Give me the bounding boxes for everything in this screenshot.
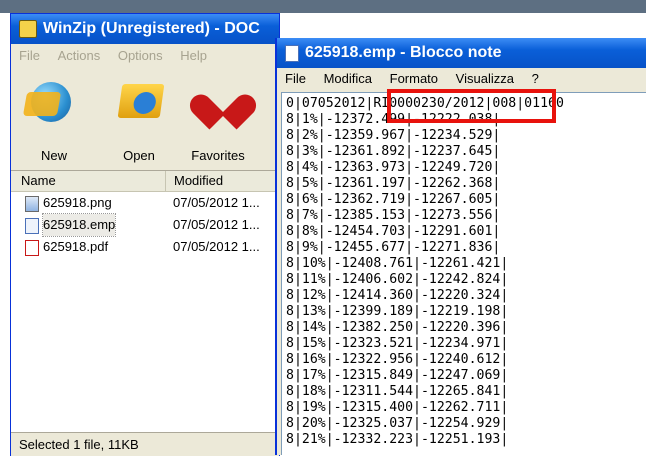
- file-row-pdf[interactable]: 625918.pdf 07/05/2012 1...: [11, 236, 279, 258]
- menu-formato[interactable]: Formato: [390, 71, 438, 86]
- text-line: 8|21%|-12332.223|-12251.193|: [286, 432, 509, 447]
- menu-actions[interactable]: Actions: [58, 48, 101, 63]
- file-modified: 07/05/2012 1...: [173, 195, 260, 210]
- pdf-file-icon: [25, 240, 39, 256]
- winzip-title-bar[interactable]: WinZip (Unregistered) - DOC: [11, 14, 279, 44]
- menu-file[interactable]: File: [19, 48, 40, 63]
- text-line: 8|2%|-12359.967|-12234.529|: [286, 128, 501, 143]
- winzip-title: WinZip (Unregistered) - DOC: [43, 20, 260, 37]
- menu-file[interactable]: File: [285, 71, 306, 86]
- emp-file-icon: [25, 218, 39, 234]
- new-archive-icon: [31, 82, 71, 122]
- file-name: 625918.emp: [41, 213, 117, 237]
- file-modified: 07/05/2012 1...: [173, 239, 260, 254]
- text-line: 8|7%|-12385.153|-12273.556|: [286, 208, 501, 223]
- status-bar: Selected 1 file, 11KB: [11, 432, 279, 456]
- file-row-emp[interactable]: 625918.emp 07/05/2012 1...: [11, 213, 279, 237]
- file-list-header: Name Modified: [11, 171, 279, 192]
- menu-modifica[interactable]: Modifica: [324, 71, 372, 86]
- notepad-app-icon: [285, 45, 299, 62]
- text-line: 8|14%|-12382.250|-12220.396|: [286, 320, 509, 335]
- favorites-button-label: Favorites: [191, 148, 245, 163]
- menu-help[interactable]: ?: [532, 71, 539, 86]
- notepad-window[interactable]: 625918.emp - Blocco note File Modifica F…: [275, 38, 646, 455]
- winzip-app-icon: [19, 20, 37, 38]
- text-line: 8|17%|-12315.849|-12247.069|: [286, 368, 509, 383]
- text-content: 0|07052012|RI0000230/2012|008|01160 8|1%|…: [286, 96, 564, 448]
- text-editor-area[interactable]: 0|07052012|RI0000230/2012|008|01160 8|1%|…: [281, 92, 646, 455]
- text-line: 8|5%|-12361.197|-12262.368|: [286, 176, 501, 191]
- column-modified-header[interactable]: Modified: [165, 171, 223, 191]
- file-row-png[interactable]: 625918.png 07/05/2012 1...: [11, 192, 279, 214]
- text-line: 8|8%|-12454.703|-12291.601|: [286, 224, 501, 239]
- file-name: 625918.png: [43, 195, 112, 210]
- open-archive-icon: [117, 84, 165, 118]
- menu-visualizza[interactable]: Visualizza: [456, 71, 514, 86]
- text-line: 8|10%|-12408.761|-12261.421|: [286, 256, 509, 271]
- text-line: 8|4%|-12363.973|-12249.720|: [286, 160, 501, 175]
- file-list: Name Modified 625918.png 07/05/2012 1...…: [11, 170, 279, 433]
- notepad-menu-bar: File Modifica Formato Visualizza ?: [277, 68, 646, 90]
- new-button[interactable]: New: [19, 70, 89, 170]
- text-line: 8|6%|-12362.719|-12267.605|: [286, 192, 501, 207]
- column-name-header[interactable]: Name: [21, 171, 56, 191]
- file-name: 625918.pdf: [43, 239, 109, 254]
- text-line: 8|13%|-12399.189|-12219.198|: [286, 304, 509, 319]
- favorites-button[interactable]: Favorites: [183, 70, 253, 170]
- open-button[interactable]: Open: [104, 70, 174, 170]
- new-button-label: New: [40, 148, 67, 163]
- winzip-menu-bar: File Actions Options Help: [11, 44, 279, 68]
- open-button-label: Open: [123, 148, 155, 163]
- notepad-title-bar[interactable]: 625918.emp - Blocco note: [277, 38, 646, 68]
- text-line: 8|19%|-12315.400|-12262.711|: [286, 400, 509, 415]
- text-line: 8|18%|-12311.544|-12265.841|: [286, 384, 509, 399]
- winzip-window[interactable]: WinZip (Unregistered) - DOC File Actions…: [10, 13, 280, 456]
- winzip-toolbar: New Open Favorites: [11, 70, 279, 170]
- text-line: 8|16%|-12322.956|-12240.612|: [286, 352, 509, 367]
- png-file-icon: [25, 196, 39, 212]
- highlight-annotation-box: [387, 89, 556, 123]
- text-line: 8|15%|-12323.521|-12234.971|: [286, 336, 509, 351]
- text-line: 8|3%|-12361.892|-12237.645|: [286, 144, 501, 159]
- text-line: 8|20%|-12325.037|-12254.929|: [286, 416, 509, 431]
- favorites-heart-icon: [203, 80, 243, 120]
- desktop-background: [0, 0, 646, 13]
- menu-help[interactable]: Help: [180, 48, 207, 63]
- menu-options[interactable]: Options: [118, 48, 163, 63]
- notepad-title: 625918.emp - Blocco note: [305, 44, 502, 61]
- file-modified: 07/05/2012 1...: [173, 217, 260, 232]
- text-line: 8|9%|-12455.677|-12271.836|: [286, 240, 501, 255]
- text-line: 8|12%|-12414.360|-12220.324|: [286, 288, 509, 303]
- text-line: 8|11%|-12406.602|-12242.824|: [286, 272, 509, 287]
